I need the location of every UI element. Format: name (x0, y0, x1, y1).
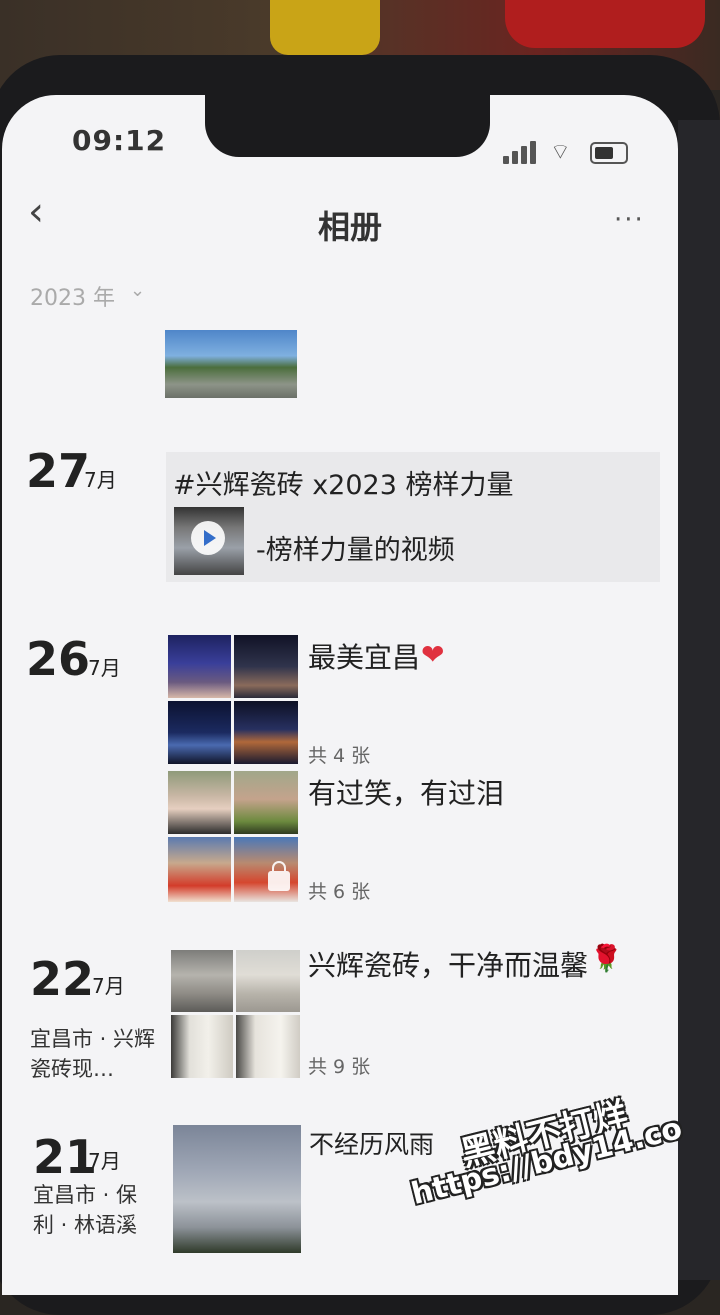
photo-thumbnail[interactable] (171, 950, 233, 1012)
album-caption[interactable]: 最美宜昌 (308, 636, 420, 676)
photo-thumbnail[interactable] (234, 701, 298, 764)
photo-thumbnail[interactable] (168, 837, 231, 902)
photo-count: 共 6 张 (308, 881, 371, 903)
album-caption[interactable]: 兴辉瓷砖，干净而温馨 (308, 944, 588, 984)
photo-thumbnail[interactable] (173, 1125, 301, 1253)
photo-thumbnail[interactable] (234, 635, 298, 698)
shared-link-desc: -榜样力量的视频 (256, 535, 455, 566)
photo-thumbnail[interactable] (168, 635, 231, 698)
shared-link-title: #兴辉瓷砖 x2023 榜样力量 (173, 470, 514, 501)
page-title: 相册 (318, 208, 383, 246)
wifi-icon: ⌔ (550, 140, 571, 165)
battery-icon (590, 142, 628, 164)
photo-thumbnail[interactable] (234, 837, 298, 902)
entry-day: 22 (30, 952, 95, 1006)
play-icon (191, 521, 225, 555)
photo-thumbnail[interactable] (168, 771, 231, 834)
album-caption[interactable]: 不经历风雨 (309, 1125, 434, 1161)
chevron-down-icon[interactable]: ⌄ (130, 280, 145, 301)
entry-location: 宜昌市 · 兴辉瓷砖现… (30, 1027, 156, 1081)
photo-count: 共 9 张 (308, 1056, 371, 1078)
background-object (505, 0, 705, 48)
lock-icon (268, 861, 290, 891)
entry-month: 7月 (88, 656, 121, 680)
photo-thumbnail[interactable] (168, 701, 231, 764)
photo-thumbnail[interactable] (165, 330, 297, 398)
entry-month: 7月 (88, 1149, 121, 1173)
entry-month: 7月 (84, 468, 117, 492)
year-filter[interactable]: 2023 年 (30, 280, 115, 312)
photo-thumbnail[interactable] (171, 1015, 233, 1078)
more-icon[interactable]: ··· (614, 205, 645, 235)
background-object (270, 0, 380, 55)
entry-month: 7月 (92, 974, 125, 998)
heart-icon: ❤ (421, 638, 445, 671)
photo-thumbnail[interactable] (234, 771, 298, 834)
photo-thumbnail[interactable] (236, 950, 300, 1012)
phone-notch (205, 95, 490, 157)
entry-day: 26 (26, 632, 91, 686)
signal-icon (503, 140, 537, 164)
photo-thumbnail[interactable] (236, 1015, 300, 1078)
entry-location: 宜昌市 · 保利 · 林语溪 (33, 1183, 138, 1237)
photo-count: 共 4 张 (308, 745, 371, 767)
album-caption[interactable]: 有过笑，有过泪 (308, 772, 504, 812)
rose-icon: 🌹 (590, 944, 623, 974)
entry-day: 27 (26, 444, 91, 498)
video-thumbnail[interactable] (174, 507, 244, 575)
phone-bezel (678, 120, 720, 1280)
status-time: 09:12 (72, 124, 167, 157)
back-icon[interactable]: ‹ (28, 192, 44, 232)
